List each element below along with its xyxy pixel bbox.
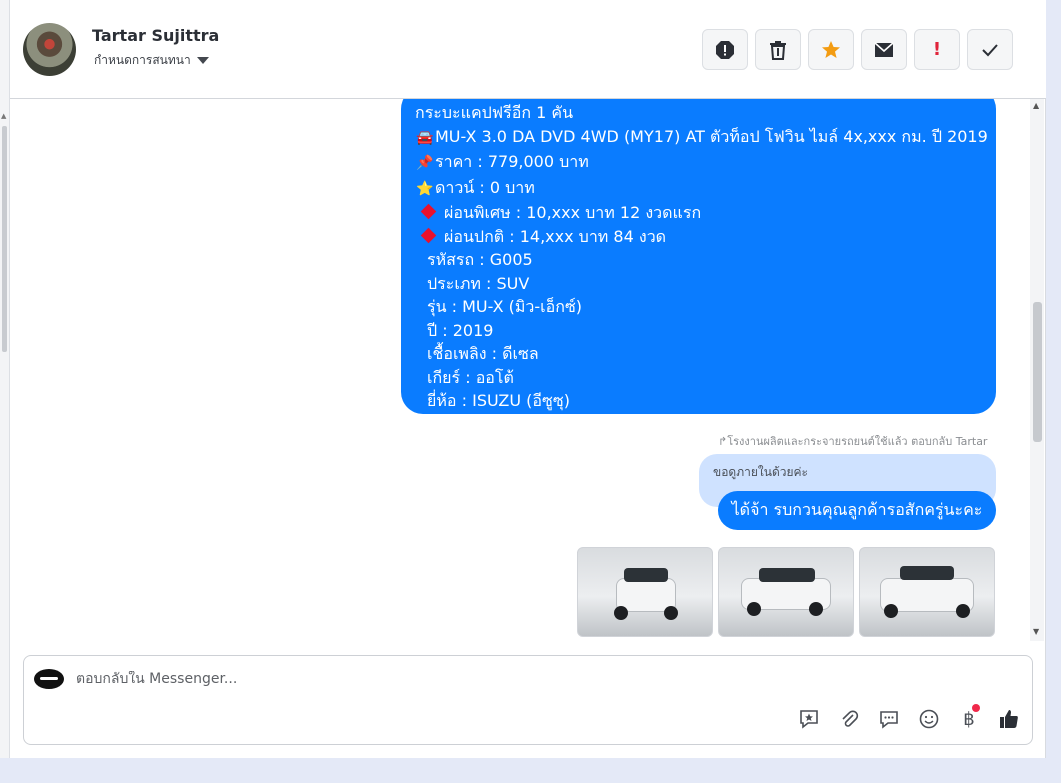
attach-button[interactable] (836, 706, 862, 732)
listing-line-text: ปี : 2019 (427, 320, 494, 340)
caret-down-icon (196, 57, 209, 64)
thread-scrollbar[interactable]: ▲ ▼ (1030, 99, 1044, 641)
listing-line: กระบะแคปฟรีอีก 1 คัน (415, 101, 982, 125)
page-logo (34, 669, 64, 689)
left-scrollbar-thumb[interactable] (2, 126, 7, 352)
check-icon (982, 43, 998, 56)
mail-icon (874, 41, 894, 57)
mark-unread-button[interactable] (861, 29, 907, 70)
listing-line: ⭐ดาวน์ : 0 บาท (415, 176, 982, 202)
delete-button[interactable] (755, 29, 801, 70)
listing-line-text: ผ่อนพิเศษ : 10,xxx บาท 12 งวดแรก (444, 203, 702, 222)
listing-line-text: เกียร์ : ออโต้ (427, 367, 514, 387)
listing-line: รหัสรถ : G005 (415, 248, 982, 272)
chat-icon (880, 711, 898, 729)
done-button[interactable] (967, 29, 1013, 70)
avatar[interactable] (23, 23, 76, 76)
trash-icon (770, 40, 786, 60)
listing-line-text: กระบะแคปฟรีอีก 1 คัน (415, 103, 574, 122)
star-icon (822, 40, 840, 58)
listing-line: เกียร์ : ออโต้ (415, 366, 982, 390)
composer-tools: ฿ (796, 704, 1022, 732)
listing-line: 📌ราคา : 779,000 บาท (415, 150, 982, 176)
left-scrollbar[interactable]: ▲ (0, 0, 10, 758)
photo-attachments (577, 547, 995, 637)
listing-line: ผ่อนปกติ : 14,xxx บาท 84 งวด (415, 225, 982, 249)
listing-line-text: MU-X 3.0 DA DVD 4WD (MY17) AT ตัวท็อป โฟ… (435, 126, 988, 146)
listing-line-text: รหัสรถ : G005 (427, 250, 533, 269)
listing-line-text: ยี่ห้อ : ISUZU (อีซูซุ) (427, 391, 570, 410)
message-thread[interactable]: กระบะแคปฟรีอีก 1 คัน 🚘MU-X 3.0 DA DVD 4WD… (10, 99, 1046, 641)
listing-line-text: รุ่น : MU-X (มิว-เอ็กซ์) (427, 297, 583, 316)
scroll-down-icon[interactable]: ▼ (1033, 627, 1039, 636)
diamond-icon (420, 203, 437, 220)
listing-line-text: ดาวน์ : 0 บาท (435, 177, 535, 197)
listing-line: 🚘MU-X 3.0 DA DVD 4WD (MY17) AT ตัวท็อป โ… (415, 125, 988, 151)
car-front-photo[interactable] (577, 547, 713, 637)
listing-line-text: เชื้อเพลิง : ดีเซล (427, 344, 539, 363)
reply-input[interactable] (76, 671, 776, 687)
car-rear-photo[interactable] (859, 547, 995, 637)
thread-scrollbar-thumb[interactable] (1033, 302, 1042, 442)
emoji-button[interactable] (916, 706, 942, 732)
star-button[interactable] (808, 29, 854, 70)
saved-reply-button[interactable] (796, 706, 822, 732)
scroll-up-arrow-icon[interactable]: ▲ (1, 112, 6, 120)
car-side-photo[interactable] (718, 547, 854, 637)
reply-meta: ↱โรงงานผลิตและกระจายรถยนต์ใช้แล้ว ตอบกลั… (718, 435, 988, 448)
quick-reply-button[interactable] (876, 706, 902, 732)
like-icon (1000, 710, 1018, 728)
like-button[interactable] (996, 706, 1022, 732)
emoji-prefix-icon: ⭐ (416, 180, 434, 197)
emoji-prefix-icon: 🚘 (416, 129, 434, 146)
reply-arrow-icon: ↱ (718, 435, 728, 448)
listing-line: รุ่น : MU-X (มิว-เอ็กซ์) (415, 295, 982, 319)
emoji-prefix-icon: 📌 (416, 155, 434, 171)
header-toolbar: ! (702, 29, 1013, 70)
emoji-icon (919, 709, 939, 729)
scroll-up-icon[interactable]: ▲ (1033, 101, 1039, 110)
reply-message-bubble[interactable]: ได้จ้า รบกวนคุณลูกค้ารอสักครู่นะคะ (718, 491, 996, 530)
saved-reply-icon (800, 710, 818, 729)
assign-label: กำหนดการสนทนา (94, 53, 191, 67)
listing-line: ปี : 2019 (415, 319, 982, 343)
baht-icon: ฿ (963, 708, 975, 730)
listing-line-text: ประเภท : SUV (427, 273, 530, 293)
assign-conversation-dropdown[interactable]: กำหนดการสนทนา (94, 51, 209, 70)
listing-line-text: ราคา : 779,000 บาท (435, 152, 589, 171)
listing-line: ผ่อนพิเศษ : 10,xxx บาท 12 งวดแรก (415, 201, 982, 225)
listing-line: ประเภท : SUV (415, 272, 982, 296)
spam-button[interactable] (702, 29, 748, 70)
inbox-window: ▲ Tartar Sujittra กำหนดการสนทนา ! กระบะแ… (0, 0, 1046, 758)
attachment-icon (842, 710, 859, 727)
spam-icon (716, 40, 734, 59)
listing-line: เชื้อเพลิง : ดีเซล (415, 342, 982, 366)
listing-line-text: ผ่อนปกติ : 14,xxx บาท 84 งวด (444, 226, 667, 246)
message-composer: ฿ (23, 655, 1033, 745)
listing-message-bubble[interactable]: กระบะแคปฟรีอีก 1 คัน 🚘MU-X 3.0 DA DVD 4WD… (401, 99, 996, 414)
listing-line: ยี่ห้อ : ISUZU (อีซูซุ) (415, 389, 982, 413)
important-button[interactable]: ! (914, 29, 960, 70)
important-icon: ! (932, 39, 942, 60)
diamond-icon (420, 227, 437, 243)
conversation-header: Tartar Sujittra กำหนดการสนทนา ! (10, 0, 1046, 99)
payment-button[interactable]: ฿ (956, 704, 982, 732)
contact-name[interactable]: Tartar Sujittra (92, 26, 219, 45)
notification-dot (972, 704, 980, 712)
